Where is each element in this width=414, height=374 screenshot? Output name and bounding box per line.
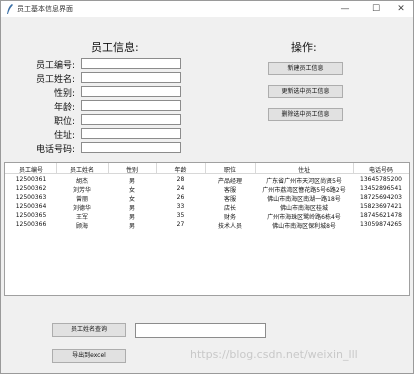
- cell-position: 技术人员: [217, 223, 242, 230]
- cell-age: 33: [176, 203, 185, 210]
- cell-phone: 13059874265: [360, 221, 402, 228]
- cell-name: 顾海: [75, 223, 88, 230]
- watermark: https://blog.csdn.net/weixin_lll: [190, 348, 358, 361]
- column-header-address[interactable]: 住址: [256, 165, 352, 174]
- cell-phone: 18745621478: [360, 212, 402, 219]
- field-label-address: 住址:: [53, 131, 75, 141]
- age-input[interactable]: [81, 100, 181, 111]
- column-header-position[interactable]: 职位: [206, 165, 254, 174]
- employee-id-input[interactable]: [81, 58, 181, 69]
- cell-age: 35: [176, 212, 185, 219]
- column-header-name[interactable]: 员工姓名: [57, 165, 107, 174]
- cell-age: 28: [176, 176, 185, 183]
- operations-header: 操作:: [291, 41, 317, 54]
- table-row[interactable]: 12500362 刘芳华 女 24 客服 广州市荔湾区簪花路5号6路2号 134…: [5, 184, 409, 194]
- cell-age: 24: [176, 185, 185, 192]
- maximize-button[interactable]: ☐: [370, 3, 382, 15]
- cell-phone: 13452896541: [360, 185, 402, 192]
- column-header-id[interactable]: 员工编号: [7, 165, 55, 174]
- cell-id: 12500364: [15, 203, 47, 210]
- column-header-age[interactable]: 年龄: [157, 165, 204, 174]
- minimize-button[interactable]: —: [339, 3, 351, 15]
- field-label-position: 职位:: [53, 117, 75, 127]
- column-header-phone[interactable]: 电话号码: [354, 165, 408, 174]
- update-employee-button[interactable]: 更新选中员工信息: [268, 85, 343, 98]
- cell-phone: 13645785200: [360, 176, 402, 183]
- main-window: 员工基本信息界面 — ☐ ✕ 员工信息: 员工编号: 员工姓名: 性别: 年龄:…: [0, 0, 414, 374]
- table-header: 员工编号 员工姓名 性别 年龄 职位 住址 电话号码: [5, 163, 409, 174]
- window-title: 员工基本信息界面: [17, 5, 73, 13]
- employee-name-input[interactable]: [81, 72, 181, 83]
- cell-address: 佛山市南海区保利城8号: [272, 223, 336, 230]
- query-by-name-button[interactable]: 员工姓名查询: [52, 323, 126, 337]
- address-input[interactable]: [81, 128, 181, 139]
- cell-age: 27: [176, 221, 185, 228]
- field-label-age: 年龄:: [53, 103, 75, 113]
- cell-age: 26: [176, 194, 185, 201]
- feather-icon: [7, 4, 13, 14]
- create-employee-button[interactable]: 新建员工信息: [268, 62, 343, 75]
- field-label-id: 员工编号:: [35, 61, 75, 71]
- cell-gender: 男: [128, 223, 135, 230]
- cell-id: 12500361: [15, 176, 47, 183]
- table-row[interactable]: 12500363 曾丽 女 26 客服 佛山市南海区南湖一路18号 187256…: [5, 193, 409, 203]
- title-bar: 员工基本信息界面 — ☐ ✕: [1, 1, 413, 17]
- close-button[interactable]: ✕: [395, 3, 407, 15]
- employee-info-header: 员工信息:: [91, 41, 139, 54]
- cell-id: 12500365: [15, 212, 47, 219]
- column-header-gender[interactable]: 性别: [109, 165, 155, 174]
- table-row[interactable]: 12500364 刘德华 男 33 店长 佛山市南海区桂城 1582369742…: [5, 202, 409, 212]
- table-row[interactable]: 12500366 顾海 男 27 技术人员 佛山市南海区保利城8号 130598…: [5, 220, 409, 230]
- cell-phone: 18725694203: [360, 194, 402, 201]
- gender-input[interactable]: [81, 86, 181, 97]
- field-label-phone: 电话号码:: [35, 145, 75, 155]
- table-row[interactable]: 12500361 胡杰 男 28 产品经理 广东省广州市天河区尚贤5号 1364…: [5, 175, 409, 185]
- delete-employee-button[interactable]: 删除选中员工信息: [268, 108, 343, 121]
- table-row[interactable]: 12500365 王军 男 35 财务 广州市海珠区鹭岭路6栋4号 187456…: [5, 211, 409, 221]
- query-name-input[interactable]: [135, 323, 266, 338]
- cell-phone: 15823697421: [360, 203, 402, 210]
- position-input[interactable]: [81, 114, 181, 125]
- cell-id: 12500362: [15, 185, 47, 192]
- cell-id: 12500366: [15, 221, 47, 228]
- field-label-gender: 性别:: [53, 89, 75, 99]
- cell-id: 12500363: [15, 194, 47, 201]
- export-excel-button[interactable]: 导出到excel: [52, 349, 126, 363]
- field-label-name: 员工姓名:: [35, 75, 75, 85]
- employee-table[interactable]: 员工编号 员工姓名 性别 年龄 职位 住址 电话号码 12500361 胡杰 男…: [4, 162, 410, 296]
- phone-input[interactable]: [81, 142, 181, 153]
